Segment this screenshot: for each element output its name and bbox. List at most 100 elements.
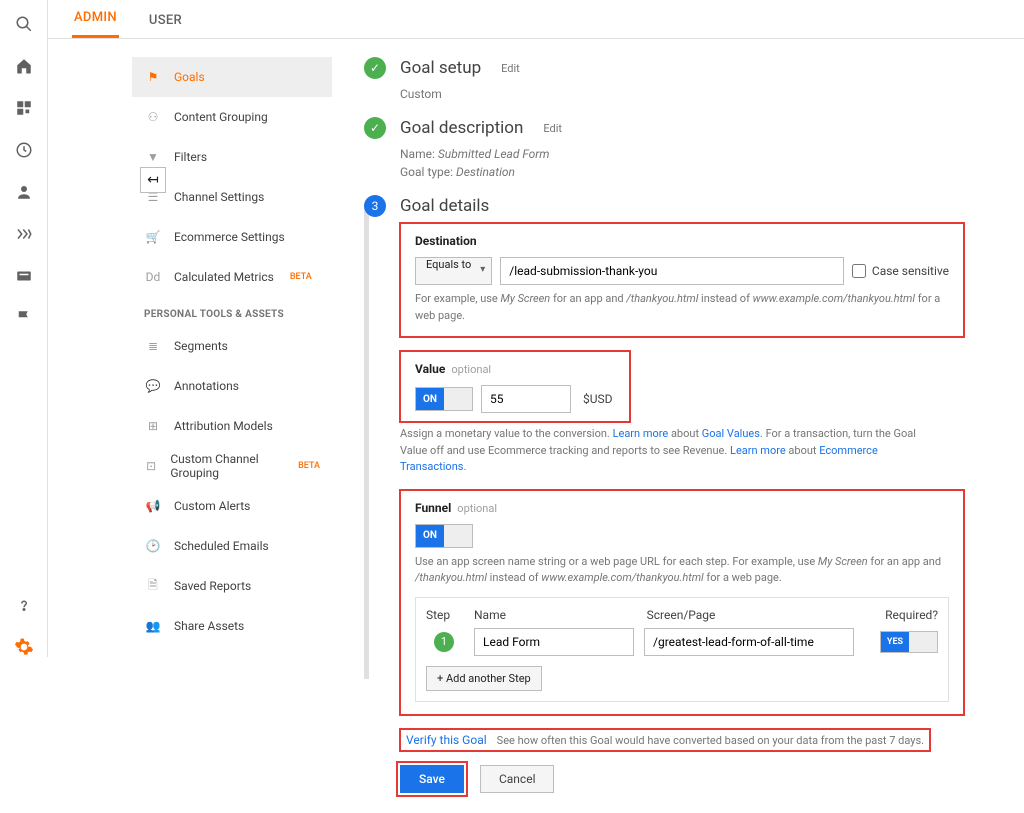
col-page: Screen/Page (647, 608, 858, 622)
check-icon: ✓ (364, 57, 386, 79)
left-rail (0, 0, 48, 657)
case-sensitive-checkbox[interactable]: Case sensitive (852, 264, 949, 278)
sidebar-item-custom-channel-grouping[interactable]: ⊡ Custom Channel Grouping BETA (132, 446, 332, 486)
sidebar-item-segments[interactable]: ≣ Segments (132, 326, 332, 366)
step-title: Goal setup (400, 58, 481, 78)
funnel-steps-table: Step Name Screen/Page Required? 1 YES + … (415, 597, 949, 702)
beta-badge: BETA (290, 272, 312, 282)
verify-help-text: See how often this Goal would have conve… (497, 734, 924, 747)
step-goal-description: ✓ Goal description Edit (364, 117, 964, 139)
section-heading: Value (415, 362, 445, 376)
sidebar-item-custom-alerts[interactable]: 📢 Custom Alerts (132, 486, 332, 526)
funnel-help: Use an app screen name string or a web p… (415, 554, 949, 587)
match-type-dropdown[interactable]: Equals to (415, 257, 492, 285)
col-name: Name (474, 608, 637, 622)
destination-input[interactable] (500, 257, 844, 285)
home-icon[interactable] (14, 56, 34, 76)
edit-link[interactable]: Edit (543, 122, 562, 135)
reports-icon: 🗎 (144, 576, 162, 597)
sidebar-item-saved-reports[interactable]: 🗎 Saved Reports (132, 566, 332, 606)
save-button[interactable]: Save (400, 765, 464, 793)
sidebar-item-label: Custom Alerts (174, 499, 250, 513)
col-step: Step (426, 608, 474, 622)
tab-user[interactable]: USER (147, 3, 184, 38)
sidebar-item-label: Goals (174, 70, 205, 84)
funnel-toggle[interactable]: ON (415, 524, 473, 548)
channel-group-icon: ⊡ (144, 459, 158, 473)
destination-help: For example, use My Screen for an app an… (415, 291, 949, 324)
clock-icon[interactable] (14, 140, 34, 160)
step-name-input[interactable] (474, 628, 634, 656)
currency-label: $USD (583, 392, 613, 406)
flag-icon: ⚑ (144, 70, 162, 84)
verify-goal-section: Verify this Goal See how often this Goal … (400, 729, 930, 751)
sidebar-heading-personal: PERSONAL TOOLS & ASSETS (132, 297, 332, 326)
funnel-step-row: 1 YES (426, 628, 938, 656)
step-title: Goal details (400, 196, 489, 216)
person-icon[interactable] (14, 182, 34, 202)
step-description-meta: Name: Submitted Lead Form Goal type: Des… (400, 145, 964, 181)
flag-icon[interactable] (14, 308, 34, 328)
cancel-button[interactable]: Cancel (480, 765, 555, 793)
step-number-badge: 1 (434, 632, 454, 652)
sidebar-item-label: Scheduled Emails (174, 539, 269, 553)
collapse-panel-button[interactable]: ↤ (140, 167, 166, 193)
learn-more-link[interactable]: Learn more (613, 427, 669, 440)
sidebar-item-label: Channel Settings (174, 190, 264, 204)
funnel-section: Funnel optional ON Use an app screen name… (400, 490, 964, 715)
optional-label: optional (457, 502, 497, 515)
attribution-icon: ⊞ (144, 419, 162, 433)
sidebar-item-label: Calculated Metrics (174, 270, 274, 284)
metrics-icon: Dd (144, 270, 162, 284)
step-title: Goal description (400, 118, 523, 138)
sidebar-item-label: Content Grouping (174, 110, 268, 124)
grouping-icon: ⚇ (144, 110, 162, 124)
scheduled-icon: 🕑 (144, 539, 162, 553)
edit-link[interactable]: Edit (501, 62, 520, 75)
segments-icon: ≣ (144, 339, 162, 353)
beta-badge: BETA (298, 461, 320, 471)
discover-icon[interactable] (14, 595, 34, 615)
sidebar-item-attribution[interactable]: ⊞ Attribution Models (132, 406, 332, 446)
search-icon[interactable] (14, 14, 34, 34)
tab-admin[interactable]: ADMIN (72, 0, 119, 38)
annotations-icon: 💬 (144, 379, 162, 393)
behavior-icon[interactable] (14, 224, 34, 244)
section-heading: Funnel (415, 501, 451, 515)
value-toggle[interactable]: ON (415, 387, 473, 411)
col-required: Required? (858, 608, 938, 622)
top-tabs: ADMIN USER (48, 0, 1024, 39)
sidebar-item-label: Saved Reports (174, 579, 251, 593)
cart-icon: 🛒 (144, 230, 162, 244)
sidebar-item-label: Attribution Models (174, 419, 273, 433)
step-subtitle: Custom (400, 85, 964, 103)
optional-label: optional (451, 363, 491, 376)
destination-section: Destination Equals to Case sensitive For… (400, 223, 964, 337)
sidebar-item-label: Ecommerce Settings (174, 230, 285, 244)
sidebar-item-scheduled-emails[interactable]: 🕑 Scheduled Emails (132, 526, 332, 566)
sidebar-item-share-assets[interactable]: 👥Share Assets (132, 606, 332, 646)
sidebar-item-label: Custom Channel Grouping (170, 452, 282, 480)
sidebar-item-label: Filters (174, 150, 207, 164)
sidebar-item-goals[interactable]: ⚑ Goals (132, 57, 332, 97)
section-heading: Destination (415, 234, 477, 248)
value-amount-input[interactable] (481, 385, 571, 413)
required-toggle[interactable]: YES (880, 631, 938, 653)
dashboard-icon[interactable] (14, 98, 34, 118)
goal-values-link[interactable]: Goal Values (702, 427, 760, 440)
admin-gear-icon[interactable] (14, 637, 34, 657)
verify-goal-link[interactable]: Verify this Goal (406, 733, 487, 747)
sidebar-item-ecommerce[interactable]: 🛒 Ecommerce Settings (132, 217, 332, 257)
filter-icon: ▼ (144, 150, 162, 164)
conversions-icon[interactable] (14, 266, 34, 286)
alerts-icon: 📢 (144, 499, 162, 513)
add-step-button[interactable]: + Add another Step (426, 666, 542, 691)
step-goal-details: 3 Goal details (364, 195, 964, 217)
sidebar-item-calculated-metrics[interactable]: Dd Calculated Metrics BETA (132, 257, 332, 297)
sidebar-item-label: Segments (174, 339, 228, 353)
check-icon: ✓ (364, 117, 386, 139)
learn-more-link[interactable]: Learn more (730, 444, 786, 457)
sidebar-item-content-grouping[interactable]: ⚇ Content Grouping (132, 97, 332, 137)
sidebar-item-annotations[interactable]: 💬Annotations (132, 366, 332, 406)
step-page-input[interactable] (644, 628, 854, 656)
